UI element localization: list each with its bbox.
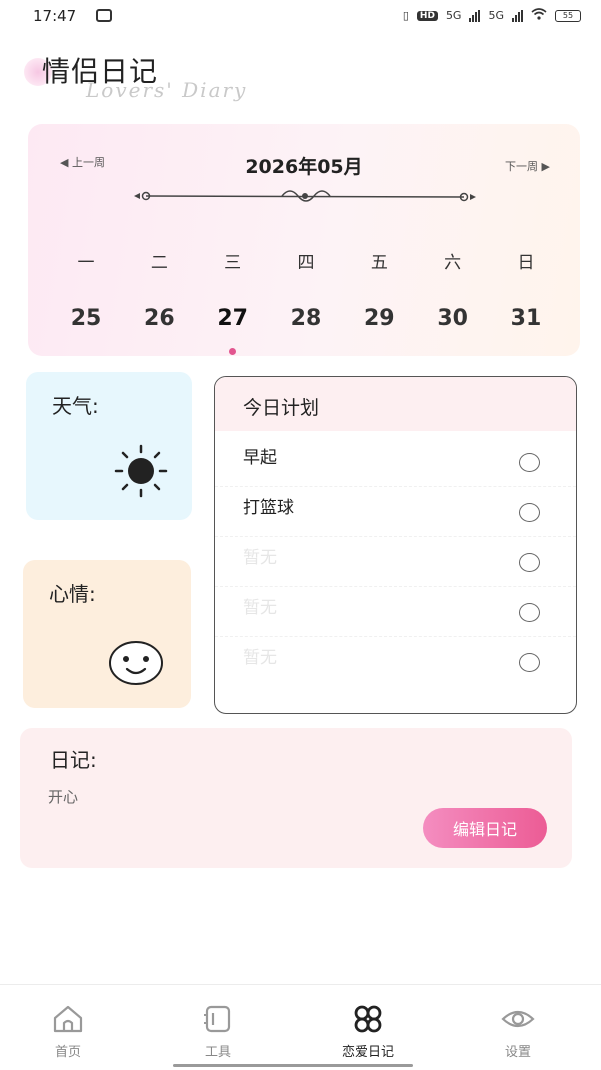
date-cell[interactable]: 26 [129,306,189,331]
plan-item-placeholder: 暂无 [243,648,277,668]
grid-icon [354,1005,382,1033]
signal-label-1: 5G [445,9,462,22]
plan-item[interactable]: 早起 [215,437,576,487]
weekday-label: 二 [150,253,168,273]
plan-header: 今日计划 [215,377,576,431]
date-cell[interactable]: 29 [349,306,409,331]
status-time: 17:47 [33,7,77,25]
sun-icon [114,444,168,498]
plan-item[interactable]: 暂无 [215,537,576,587]
plan-checkbox[interactable] [519,653,540,672]
plan-item[interactable]: 暂无 [215,587,576,637]
weekday-label: 六 [444,253,462,273]
plan-item[interactable]: 打篮球 [215,487,576,537]
plan-list: 早起 打篮球 暂无 暂无 暂无 [215,437,576,687]
tool-icon [204,1005,231,1033]
page-header: 情侣日记 Lovers' Diary [24,48,284,108]
weekday-label: 三 [224,253,242,273]
plan-item-text: 早起 [243,448,277,468]
weekday-row: 一 二 三 四 五 六 日 [56,248,556,273]
tab-home[interactable]: 首页 [23,1001,113,1060]
signal-label-2: 5G [488,9,504,22]
tab-love-diary[interactable]: 恋爱日记 [323,1001,413,1060]
mood-card[interactable]: 心情: [23,560,191,708]
plan-checkbox[interactable] [519,503,540,522]
status-bar: 17:47 ▯ HD 5G 5G 55 [0,0,601,36]
weekday-label: 一 [77,253,95,273]
tab-label: 恋爱日记 [341,1045,394,1060]
home-indicator [173,1064,413,1067]
tab-label: 工具 [204,1045,231,1060]
tab-tools[interactable]: 工具 [173,1001,263,1060]
vibrate-icon: ▯ [402,9,409,22]
weekday-label: 日 [517,253,535,273]
tab-settings[interactable]: 设置 [473,1001,563,1060]
week-calendar: ◀ 上一周 2026年05月 下一周 ▶ 一 二 三 四 五 六 日 25 26… [28,124,580,356]
weekday-label: 五 [370,253,388,273]
calendar-month: 2026年05月 [245,156,363,178]
status-icons: ▯ HD 5G 5G 55 [403,8,581,23]
weekday-label: 四 [297,253,315,273]
plan-item-placeholder: 暂无 [243,548,277,568]
date-cell[interactable]: 28 [276,306,336,331]
plan-checkbox[interactable] [519,603,540,622]
notification-icon [96,9,112,22]
weather-label: 天气: [52,394,99,418]
date-cell[interactable]: 31 [496,306,556,331]
plan-checkbox[interactable] [519,453,540,472]
ornament-divider-icon [134,190,476,202]
mood-label: 心情: [49,582,96,606]
plan-title: 今日计划 [243,397,320,419]
plan-item-text: 打篮球 [243,498,294,518]
eye-icon [501,1010,535,1028]
diary-card: 日记: 开心 编辑日记 [20,728,572,868]
page-subtitle: Lovers' Diary [86,78,248,102]
tab-label: 设置 [504,1045,531,1060]
next-week-button[interactable]: 下一周 ▶ [505,158,550,174]
diary-label: 日记: [50,748,97,772]
today-plan-card: 今日计划 早起 打篮球 暂无 暂无 暂无 [214,376,577,714]
tab-label: 首页 [54,1045,81,1060]
signal-icon-2 [512,9,523,22]
diary-content: 开心 [48,788,79,806]
plan-checkbox[interactable] [519,553,540,572]
plan-item-placeholder: 暂无 [243,598,277,618]
home-icon [53,1005,83,1033]
battery-icon: 55 [555,9,581,22]
plan-item[interactable]: 暂无 [215,637,576,687]
date-cell-selected[interactable]: 27 [203,306,263,331]
wifi-icon [531,8,547,23]
date-cell[interactable]: 25 [56,306,116,331]
date-cell[interactable]: 30 [423,306,483,331]
date-row: 25 26 27 28 29 30 31 [56,306,556,331]
selected-date-dot [229,348,236,355]
smiley-icon [109,641,163,685]
weather-card[interactable]: 天气: [26,372,192,520]
edit-diary-button[interactable]: 编辑日记 [423,808,547,848]
signal-icon [469,9,481,22]
hd-badge: HD [416,10,438,21]
bottom-tab-bar: 首页 工具 恋爱日记 设置 [0,984,601,1070]
